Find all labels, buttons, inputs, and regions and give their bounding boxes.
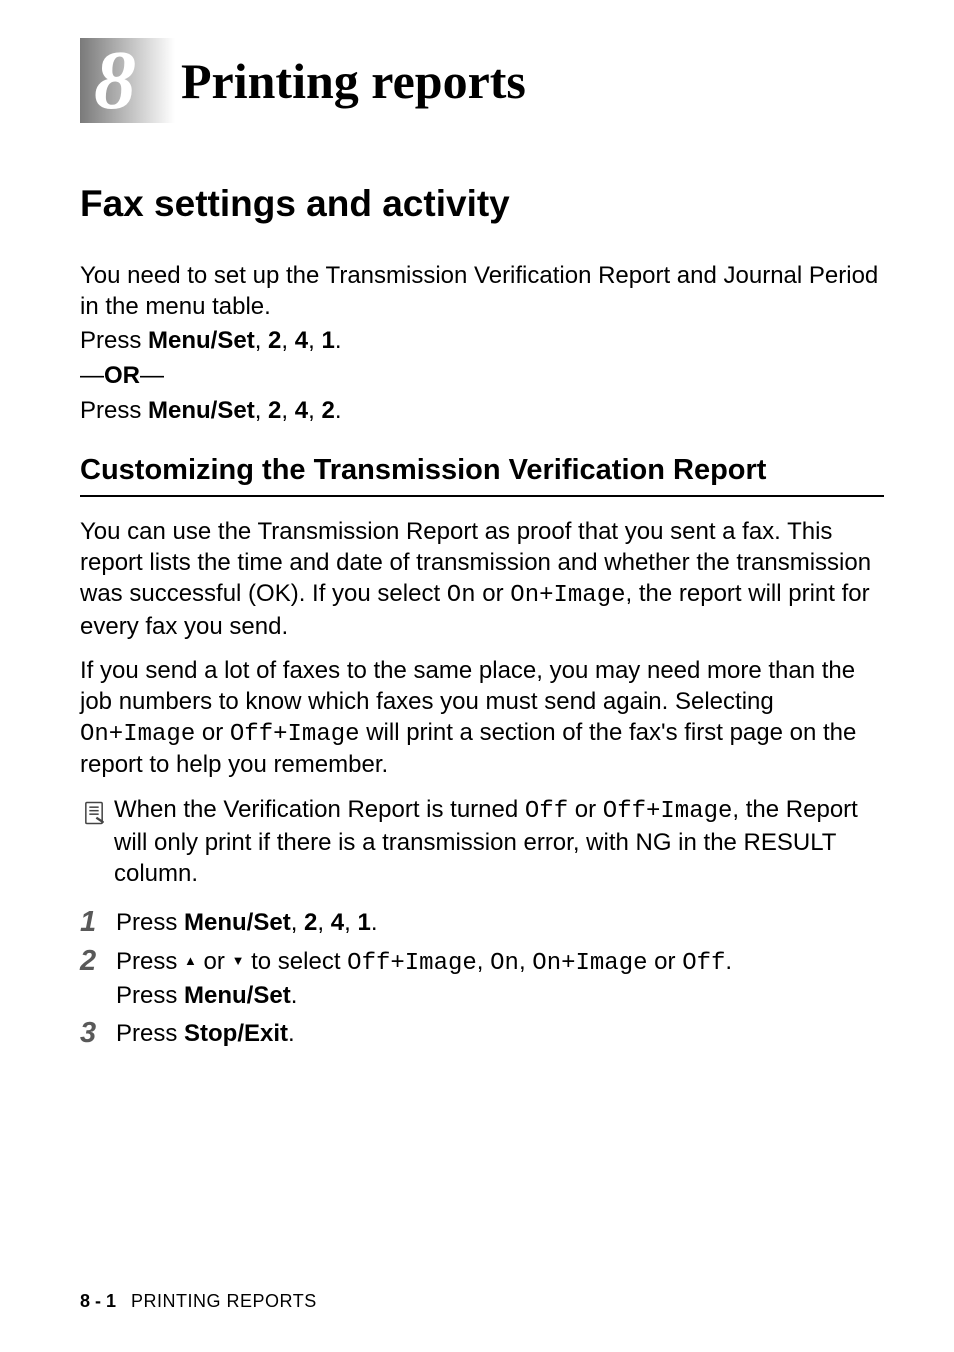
- chapter-title: Printing reports: [181, 52, 526, 110]
- code-on-image: On+Image: [510, 582, 625, 609]
- menu-set-label: Menu/Set: [148, 327, 255, 354]
- code-off-image: Off+Image: [347, 950, 477, 977]
- or-divider: —OR—: [80, 361, 884, 392]
- key-4: 4: [295, 397, 308, 424]
- up-arrow-icon: ▲: [184, 953, 197, 968]
- key-4: 4: [295, 327, 308, 354]
- code-off: Off: [682, 950, 725, 977]
- intro-paragraph: You need to set up the Transmission Veri…: [80, 261, 884, 322]
- note-block: When the Verification Report is turned O…: [80, 795, 884, 889]
- body-paragraph-2: If you send a lot of faxes to the same p…: [80, 656, 884, 781]
- key-2b: 2: [321, 397, 334, 424]
- step-content-2: Press ▲ or ▼ to select Off+Image, On, On…: [116, 946, 732, 1013]
- menu-set-label: Menu/Set: [184, 909, 291, 936]
- chapter-number-badge: 8: [80, 38, 175, 123]
- step-2: 2 Press ▲ or ▼ to select Off+Image, On, …: [80, 946, 884, 1013]
- note-text: When the Verification Report is turned O…: [114, 795, 884, 889]
- stop-exit-label: Stop/Exit: [184, 1020, 288, 1047]
- key-2: 2: [268, 397, 281, 424]
- step-3: 3 Press Stop/Exit.: [80, 1018, 884, 1050]
- code-on-image: On+Image: [532, 950, 647, 977]
- code-on: On: [490, 950, 519, 977]
- code-off-image: Off+Image: [603, 798, 733, 825]
- step-number-1: 1: [80, 907, 116, 937]
- code-off: Off: [525, 798, 568, 825]
- code-on: On: [447, 582, 476, 609]
- press-prefix: Press: [80, 397, 148, 424]
- note-icon: [80, 799, 110, 832]
- press-line-1: Press Menu/Set, 2, 4, 1.: [80, 326, 884, 357]
- step-list: 1 Press Menu/Set, 2, 4, 1. 2 Press ▲ or …: [80, 907, 884, 1051]
- or-label: OR: [104, 362, 140, 389]
- subsection-title: Customizing the Transmission Verificatio…: [80, 453, 884, 498]
- footer-page-number: 8 - 1: [80, 1291, 116, 1311]
- chapter-header: 8 Printing reports: [80, 38, 884, 123]
- key-2: 2: [268, 327, 281, 354]
- footer-section-name: PRINTING REPORTS: [131, 1291, 317, 1311]
- down-arrow-icon: ▼: [232, 953, 245, 968]
- step-content-1: Press Menu/Set, 2, 4, 1.: [116, 907, 377, 939]
- press-prefix: Press: [80, 327, 148, 354]
- key-1: 1: [321, 327, 334, 354]
- menu-set-label: Menu/Set: [148, 397, 255, 424]
- step-content-3: Press Stop/Exit.: [116, 1018, 295, 1050]
- code-on-image: On+Image: [80, 721, 195, 748]
- section-title: Fax settings and activity: [80, 183, 884, 225]
- chapter-number: 8: [94, 39, 136, 123]
- press-line-2: Press Menu/Set, 2, 4, 2.: [80, 396, 884, 427]
- page-footer: 8 - 1 PRINTING REPORTS: [80, 1291, 317, 1312]
- step-1: 1 Press Menu/Set, 2, 4, 1.: [80, 907, 884, 939]
- body-paragraph-1: You can use the Transmission Report as p…: [80, 517, 884, 642]
- menu-set-label: Menu/Set: [184, 982, 291, 1009]
- code-off-image: Off+Image: [230, 721, 360, 748]
- step-number-3: 3: [80, 1018, 116, 1048]
- step-number-2: 2: [80, 946, 116, 976]
